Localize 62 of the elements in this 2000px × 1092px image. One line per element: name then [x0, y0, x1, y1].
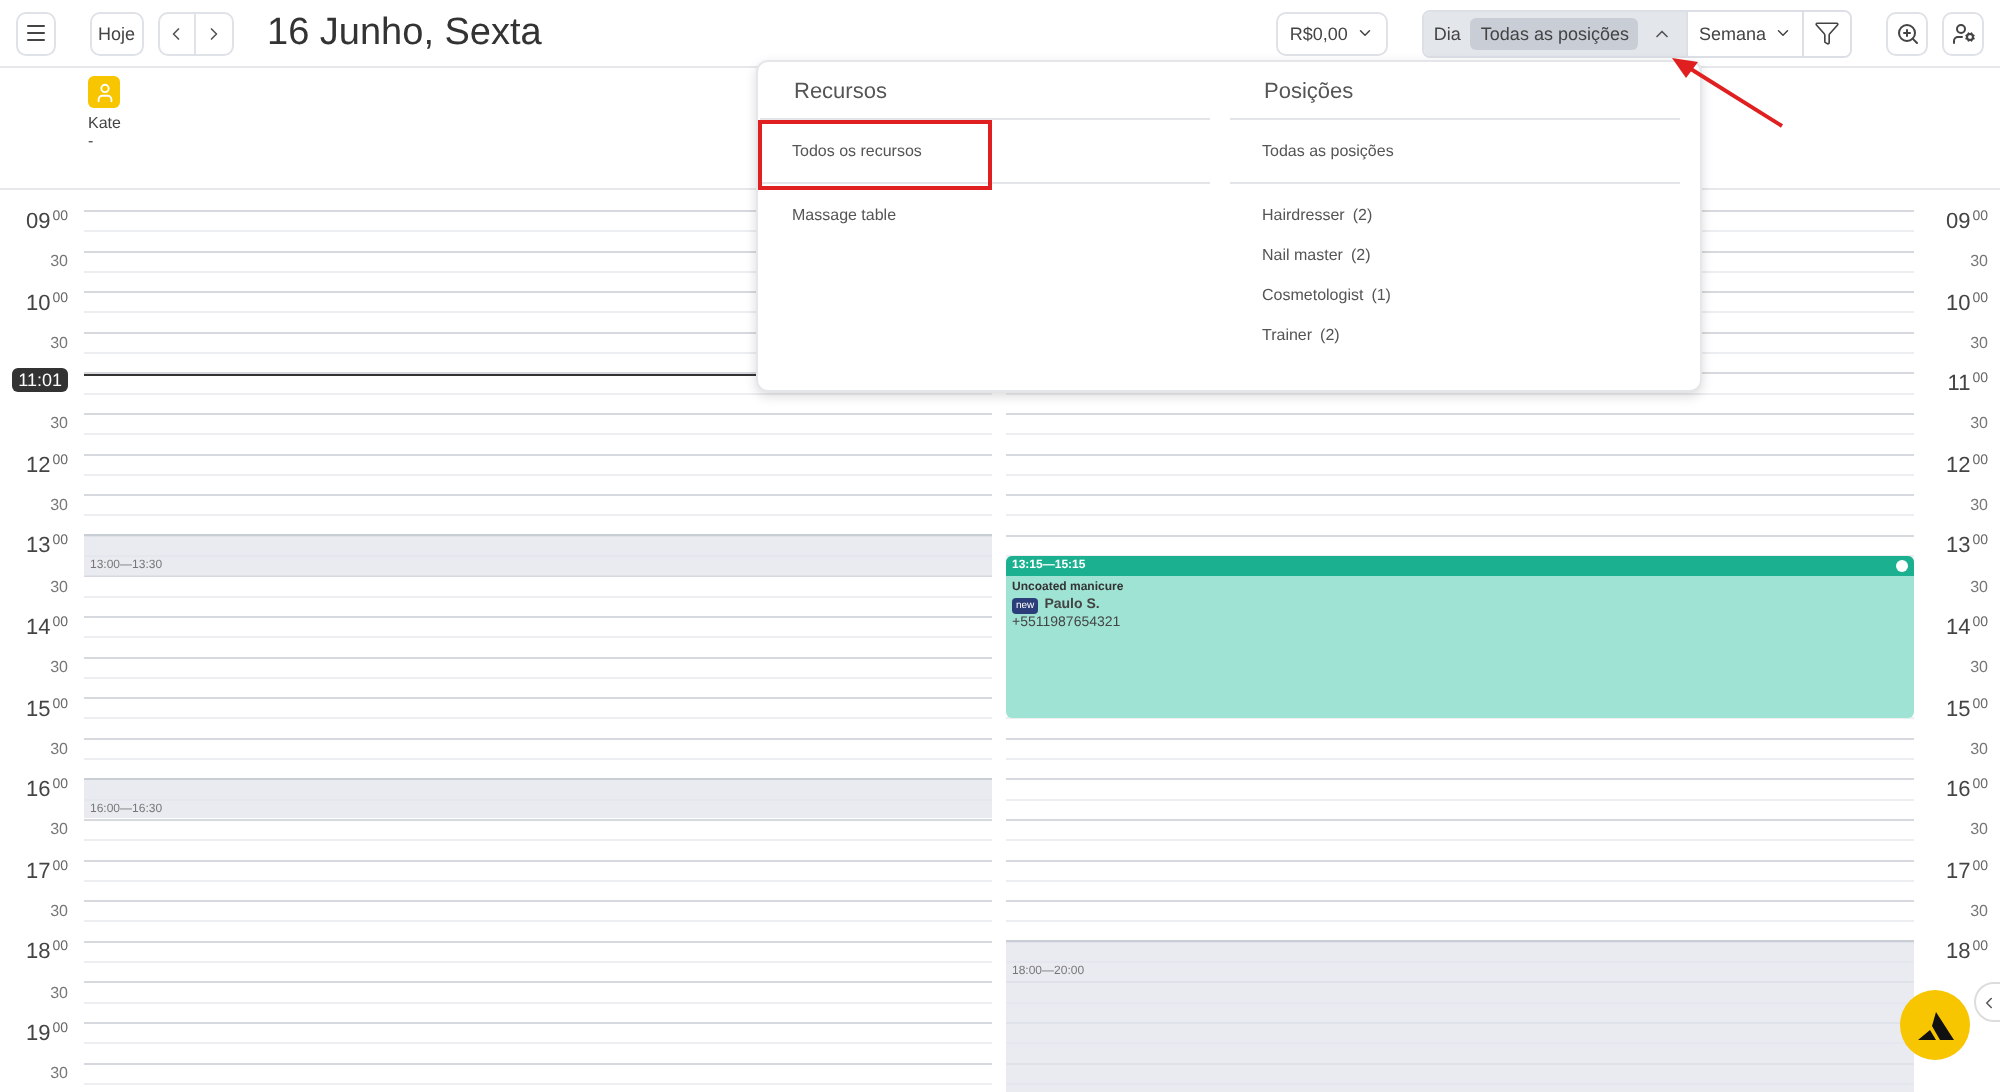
hour-label: 18$^{00}$ — [25, 940, 68, 965]
hour-label: 17$^{00}$ — [25, 859, 68, 884]
hour-label: 09$^{00}$ — [1945, 210, 1988, 234]
resource-name: Kate — [88, 114, 121, 132]
hour-label: 19$^{00}$ — [25, 1021, 68, 1046]
half-hour-label: 30 — [1970, 498, 1988, 515]
hour-label: 15$^{00}$ — [1945, 697, 1988, 722]
half-hour-label: 30 — [50, 498, 68, 515]
hour-label: 11$^{00}$ — [1947, 372, 1988, 397]
today-button[interactable]: Hoje — [90, 11, 144, 55]
zoom-button[interactable] — [1886, 11, 1928, 55]
hour-label: 16$^{00}$ — [1945, 778, 1988, 803]
hour-label: 15$^{00}$ — [25, 697, 68, 722]
help-button[interactable] — [1900, 990, 1970, 1060]
half-hour-label: 30 — [1970, 660, 1988, 677]
zoom-in-icon — [1895, 21, 1919, 45]
annotation-arrow — [1672, 58, 1784, 128]
half-hour-label: 30 — [50, 660, 68, 677]
filter-button[interactable] — [1802, 11, 1850, 55]
half-hour-label: 30 — [1970, 904, 1988, 921]
day-label: Dia — [1431, 23, 1463, 43]
half-hour-label: 30 — [1970, 335, 1988, 352]
hour-label: 17$^{00}$ — [1945, 859, 1988, 884]
half-hour-label: 30 — [50, 579, 68, 596]
half-hour-label: 30 — [50, 904, 68, 921]
status-dot-icon — [1896, 559, 1908, 572]
hour-label: 12$^{00}$ — [25, 453, 68, 478]
hour-label: 13$^{00}$ — [25, 534, 68, 559]
half-hour-label: 30 — [1970, 822, 1988, 839]
hour-label: 12$^{00}$ — [1945, 453, 1988, 478]
half-hour-label: 30 — [1970, 416, 1988, 433]
half-hour-label: 30 — [50, 822, 68, 839]
half-hour-label: 30 — [50, 741, 68, 758]
filter-icon — [1814, 20, 1840, 46]
hour-label: 10$^{00}$ — [25, 291, 68, 316]
chevron-down-icon — [1355, 24, 1374, 42]
date-title: 16 Junho, Sexta — [267, 11, 542, 55]
half-hour-label: 30 — [1970, 254, 1988, 271]
half-hour-label: 30 — [50, 1066, 68, 1083]
half-hour-label: 30 — [50, 985, 68, 1002]
logo-icon — [1917, 1011, 1953, 1039]
half-hour-label: 30 — [50, 416, 68, 433]
hour-label: 09$^{00}$ — [25, 210, 68, 234]
user-gear-icon — [1951, 21, 1975, 45]
chevron-down-icon — [1774, 24, 1792, 42]
half-hour-label: 30 — [50, 254, 68, 271]
position-filter-chip[interactable]: Todas as posições — [1470, 17, 1639, 49]
half-hour-label: 30 — [1970, 741, 1988, 758]
current-time-badge: 11:01 — [12, 368, 68, 393]
half-hour-label: 30 — [1970, 579, 1988, 596]
menu-button[interactable] — [16, 11, 56, 55]
hour-label: 10$^{00}$ — [1945, 291, 1988, 316]
hour-label: 14$^{00}$ — [25, 615, 68, 640]
resource-subtitle: - — [88, 132, 96, 150]
user-settings-button[interactable] — [1942, 11, 1984, 55]
hour-label: 18$^{00}$ — [1945, 940, 1988, 965]
hour-label: 14$^{00}$ — [1945, 615, 1988, 640]
menu-icon — [24, 20, 48, 46]
hour-label: 13$^{00}$ — [1945, 534, 1988, 559]
half-hour-label: 30 — [50, 335, 68, 352]
hour-label: 16$^{00}$ — [25, 778, 68, 803]
balance-dropdown[interactable]: R$0,00 — [1275, 11, 1388, 55]
